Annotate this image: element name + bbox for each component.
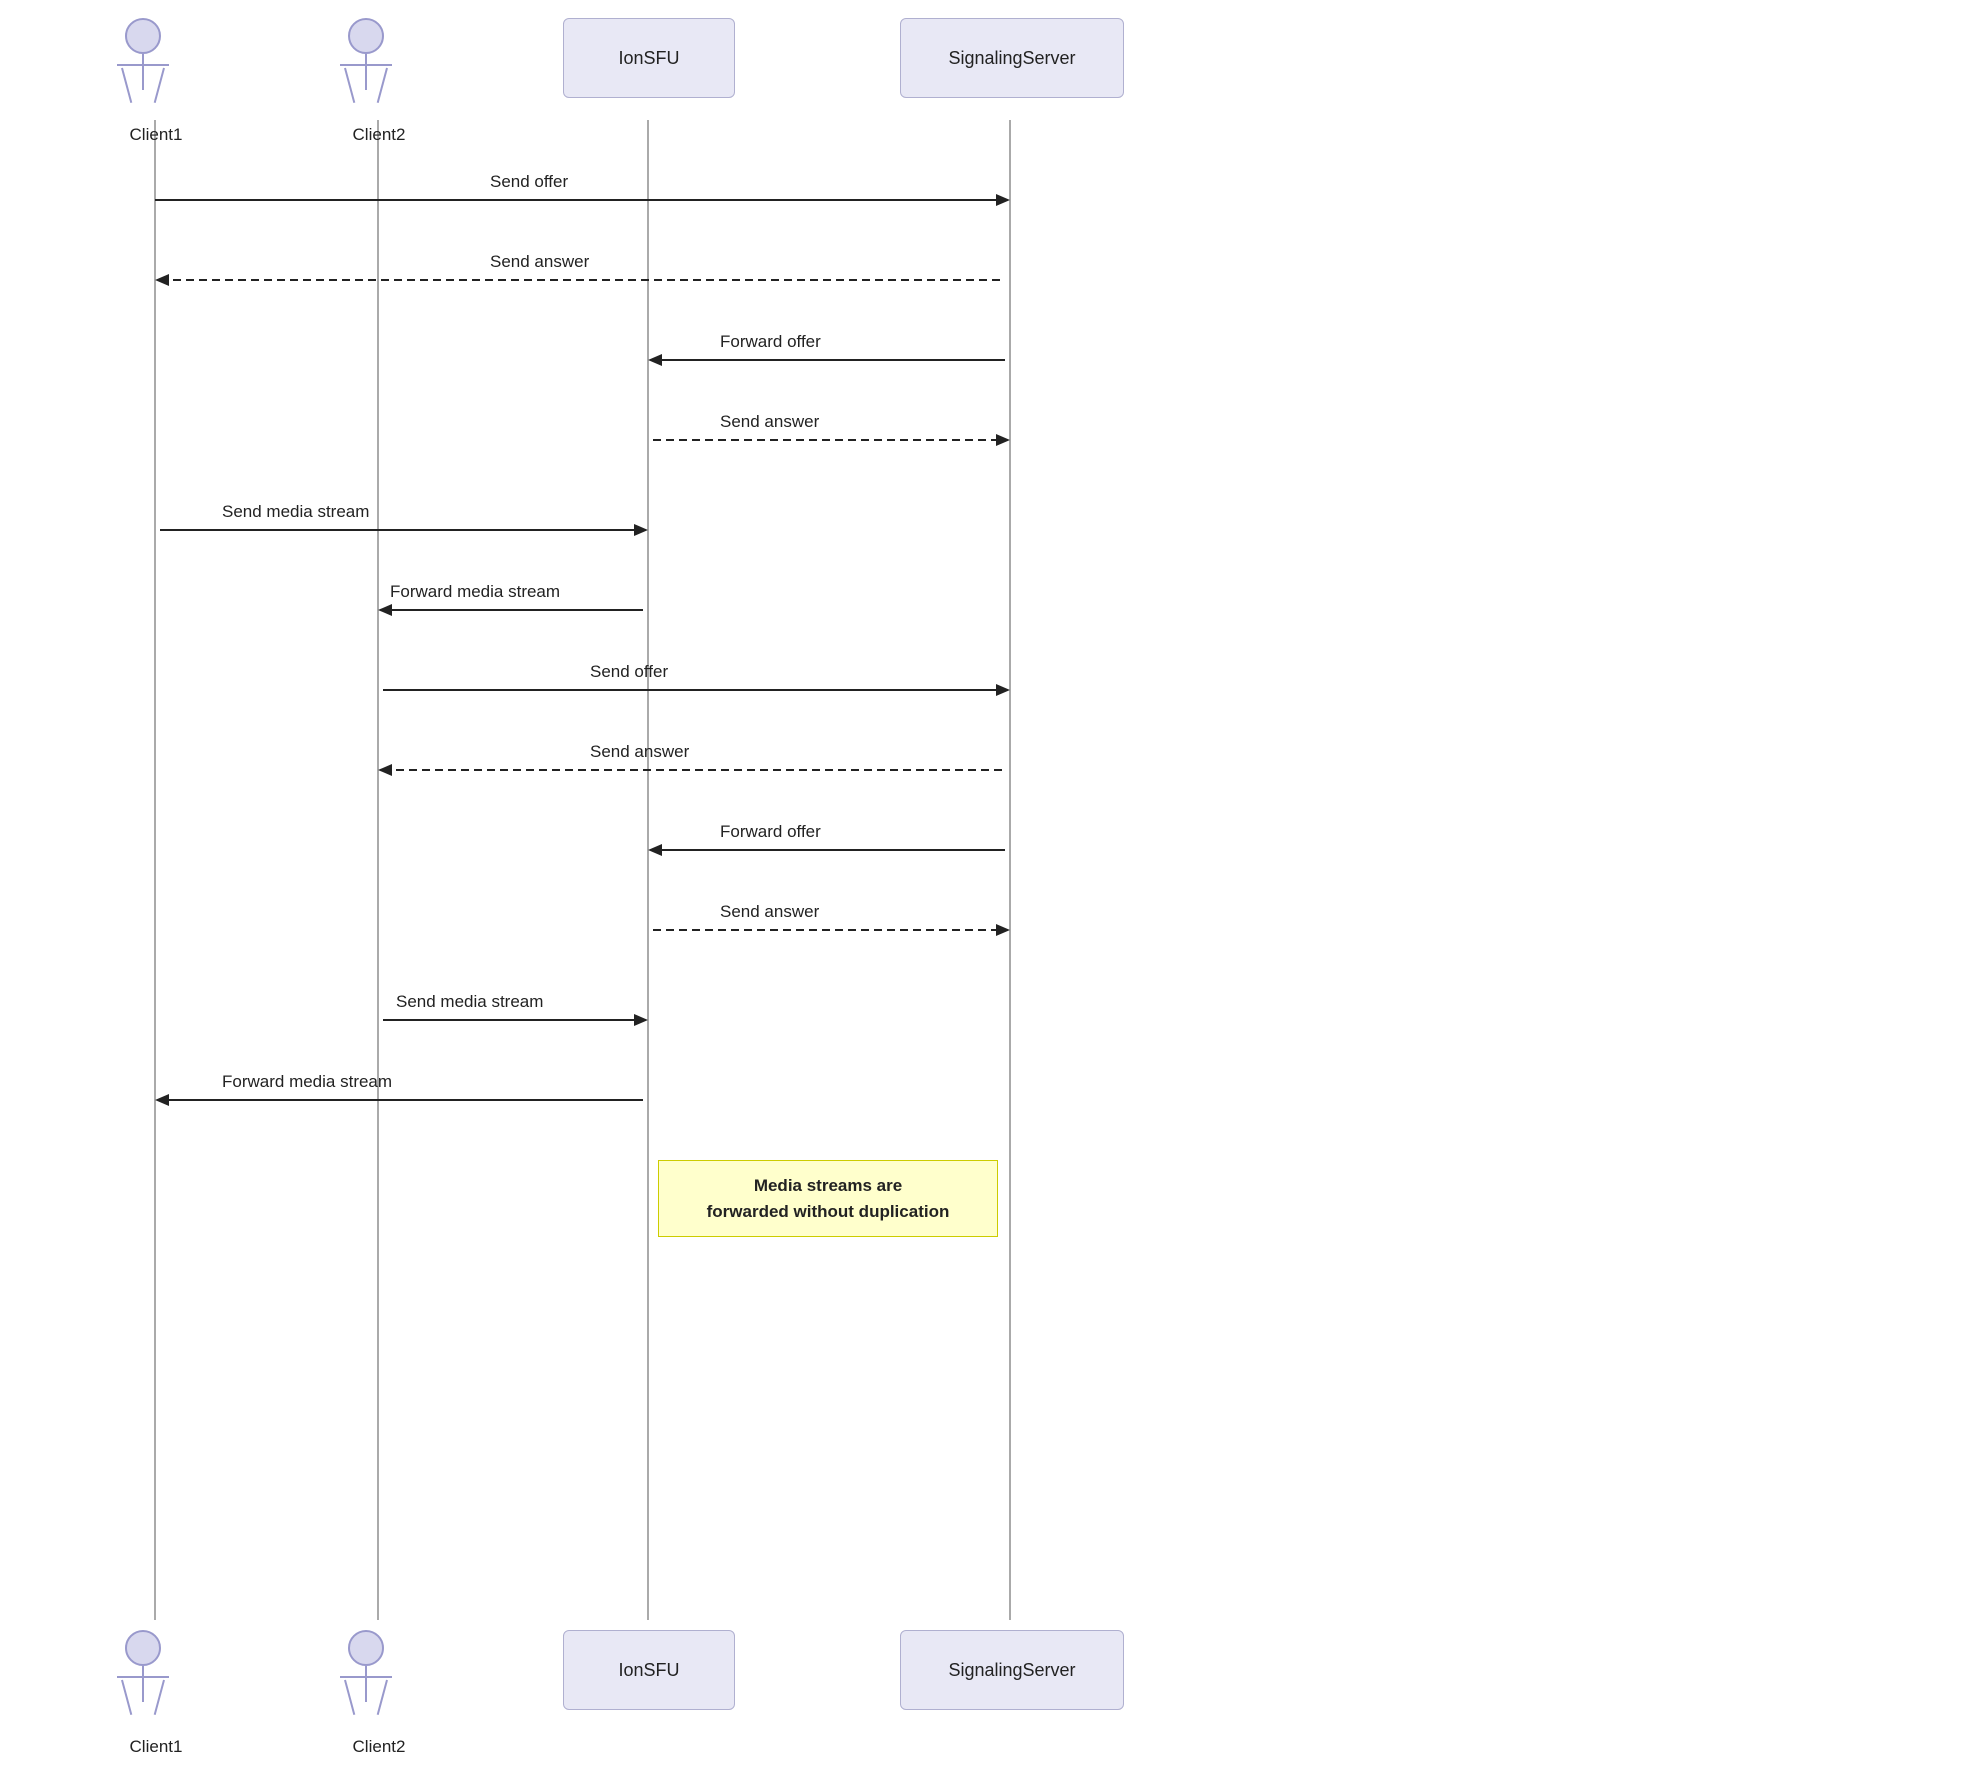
actor-leg-right <box>377 68 388 103</box>
actor-signaling-top-box: SignalingServer <box>900 18 1124 98</box>
actor-leg-left <box>344 1680 355 1715</box>
actor-leg-left <box>121 68 132 103</box>
actor-leg-right <box>154 68 165 103</box>
diagram: Client1 Client2 IonSFU SignalingServer S… <box>0 0 1984 1786</box>
label-send-media-2: Send media stream <box>396 992 543 1012</box>
label-forward-offer-1: Forward offer <box>720 332 821 352</box>
actor-legs <box>344 1680 388 1716</box>
actor-client2-bottom-label: Client2 <box>341 1737 417 1757</box>
actor-ionSFU-top-box: IonSFU <box>563 18 735 98</box>
actor-legs <box>344 68 388 104</box>
actor-client1-bottom-label: Client1 <box>118 1737 194 1757</box>
actor-signaling-top-label: SignalingServer <box>948 48 1075 69</box>
actor-leg-left <box>121 1680 132 1715</box>
label-forward-offer-2: Forward offer <box>720 822 821 842</box>
actor-leg-left <box>344 68 355 103</box>
actor-signaling-bottom-box: SignalingServer <box>900 1630 1124 1710</box>
actor-client1-top-label: Client1 <box>118 125 194 145</box>
actor-arms <box>117 1676 169 1678</box>
actor-arms <box>340 64 392 66</box>
actor-client1-bottom <box>117 1630 169 1740</box>
label-send-offer-2: Send offer <box>590 662 668 682</box>
actor-client2-top-label: Client2 <box>341 125 417 145</box>
label-forward-media-2: Forward media stream <box>222 1072 392 1092</box>
label-forward-media-1: Forward media stream <box>390 582 560 602</box>
actor-legs <box>121 1680 165 1716</box>
actor-leg-right <box>154 1680 165 1715</box>
label-send-answer-4: Send answer <box>720 902 819 922</box>
actor-head <box>125 1630 161 1666</box>
actor-ionSFU-bottom-box: IonSFU <box>563 1630 735 1710</box>
actor-legs <box>121 68 165 104</box>
label-send-answer-3: Send answer <box>590 742 689 762</box>
note-text: Media streams areforwarded without dupli… <box>707 1176 950 1221</box>
actor-head <box>348 18 384 54</box>
actor-arms <box>117 64 169 66</box>
actor-client2-top <box>340 18 392 128</box>
actor-client1-top <box>117 18 169 128</box>
actor-leg-right <box>377 1680 388 1715</box>
actor-head <box>125 18 161 54</box>
arrows-svg <box>0 0 1984 1786</box>
label-send-offer-1: Send offer <box>490 172 568 192</box>
actor-ionSFU-top-label: IonSFU <box>618 48 679 69</box>
note-box: Media streams areforwarded without dupli… <box>658 1160 998 1237</box>
actor-arms <box>340 1676 392 1678</box>
label-send-media-1: Send media stream <box>222 502 369 522</box>
actor-client2-bottom <box>340 1630 392 1740</box>
actor-head <box>348 1630 384 1666</box>
label-send-answer-1: Send answer <box>490 252 589 272</box>
label-send-answer-2: Send answer <box>720 412 819 432</box>
actor-ionSFU-bottom-label: IonSFU <box>618 1660 679 1681</box>
actor-signaling-bottom-label: SignalingServer <box>948 1660 1075 1681</box>
